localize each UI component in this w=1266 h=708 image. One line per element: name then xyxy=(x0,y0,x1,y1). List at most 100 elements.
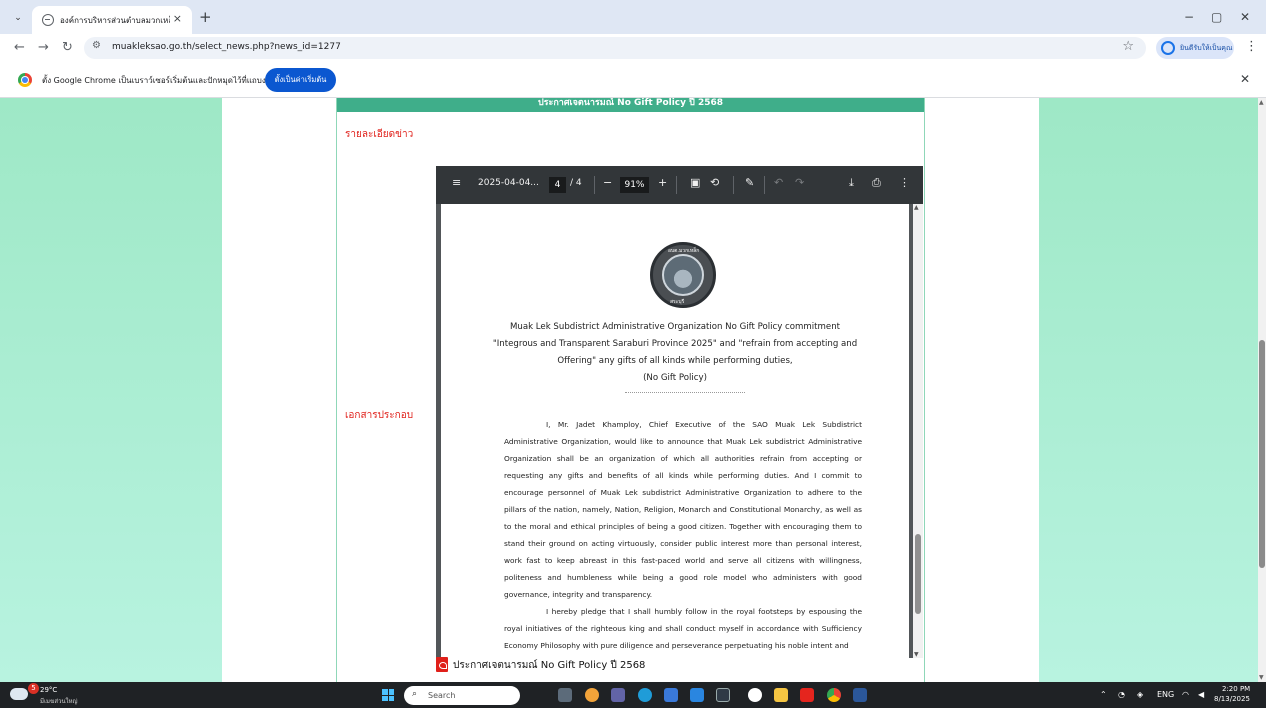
chrome-taskbar-icon[interactable] xyxy=(827,688,841,702)
doc-dotted-divider xyxy=(625,392,745,393)
word-icon[interactable] xyxy=(853,688,867,702)
rotate-icon[interactable]: ⟲ xyxy=(710,176,719,189)
address-bar[interactable]: ⚙ muakleksao.go.th/select_news.php?news_… xyxy=(84,37,1146,59)
news-title-header: ประกาศเจตนารมณ์ No Gift Policy ปี 2568 xyxy=(337,98,924,112)
pdf-toolbar-divider xyxy=(676,176,677,194)
tab-title: องค์การบริหารส่วนตำบลมวกเหล็ก อำ xyxy=(60,16,170,25)
restore-icon[interactable]: ▢ xyxy=(1211,10,1222,24)
pdf-page-input[interactable]: 4 xyxy=(549,177,566,193)
chrome-logo-icon xyxy=(18,73,32,87)
fit-page-icon[interactable]: ▣ xyxy=(690,176,700,189)
store-icon[interactable] xyxy=(664,688,678,702)
weather-temperature[interactable]: 29°C xyxy=(40,686,57,694)
doc-paragraph: I, Mr. Jadet Khamploy, Chief Executive o… xyxy=(504,420,862,599)
media-player-icon[interactable] xyxy=(716,688,730,702)
undo-icon[interactable]: ↶ xyxy=(774,176,783,189)
pdf-toolbar-divider xyxy=(594,176,595,194)
tab-bar: ⌄ องค์การบริหารส่วนตำบลมวกเหล็ก อำ × + −… xyxy=(0,0,1266,34)
cloud-icon[interactable] xyxy=(10,688,28,700)
pdf-page: อบต.มวกเหล็ก สระบุรี Muak Lek Subdistric… xyxy=(441,204,909,658)
left-background-panel xyxy=(0,98,222,682)
page-scrollbar-thumb[interactable] xyxy=(1259,340,1265,568)
pdf-toolbar-divider xyxy=(733,176,734,194)
doc-title-line: Muak Lek Subdistrict Administrative Orga… xyxy=(509,322,841,332)
browser-tab[interactable]: องค์การบริหารส่วนตำบลมวกเหล็ก อำ × xyxy=(32,6,192,34)
file-explorer-icon[interactable] xyxy=(774,688,788,702)
attachment-link[interactable]: ประกาศเจตนารมณ์ No Gift Policy ปี 2568 xyxy=(453,658,645,673)
volume-icon[interactable]: ◀ xyxy=(1198,690,1204,699)
search-placeholder: Search xyxy=(428,691,456,700)
tray-color-icon[interactable]: ◈ xyxy=(1137,690,1143,699)
seal-emblem xyxy=(662,254,704,296)
back-arrow-icon[interactable]: ← xyxy=(14,40,25,55)
chrome-menu-icon[interactable]: ⋮ xyxy=(1245,39,1258,54)
organization-seal-logo: อบต.มวกเหล็ก สระบุรี xyxy=(650,242,716,308)
weather-description[interactable]: มีเมฆส่วนใหญ่ xyxy=(40,696,78,706)
windows-start-icon[interactable] xyxy=(382,689,394,701)
clock-date[interactable]: 8/13/2025 xyxy=(1214,695,1250,703)
search-icon: ⌕ xyxy=(412,689,418,699)
right-background-panel xyxy=(1039,98,1258,682)
pdf-viewer: ≡ 2025-04-04... 4 / 4 − 91% + ▣ ⟲ ✎ ↶ ↷ … xyxy=(436,166,923,658)
print-icon[interactable]: ⎙ xyxy=(872,176,881,190)
doc-body: I, Mr. Jadet Khamploy, Chief Executive o… xyxy=(504,416,862,654)
new-tab-button[interactable]: + xyxy=(199,8,212,26)
pdf-toolbar: ≡ 2025-04-04... 4 / 4 − 91% + ▣ ⟲ ✎ ↶ ↷ … xyxy=(436,166,923,204)
tab-close-icon[interactable]: × xyxy=(173,12,182,25)
copilot-icon[interactable] xyxy=(585,688,599,702)
site-info-icon[interactable]: ⚙ xyxy=(92,40,101,51)
tray-chevron-icon[interactable]: ⌃ xyxy=(1100,690,1107,699)
infobar-message: ตั้ง Google Chrome เป็นเบราว์เซอร์เริ่มต… xyxy=(42,76,276,85)
pdf-scrollbar[interactable]: ▲ ▼ xyxy=(913,204,923,658)
pdf-filename: 2025-04-04... xyxy=(478,178,539,188)
youtube-icon[interactable] xyxy=(800,688,814,702)
tab-search-chevron-icon[interactable]: ⌄ xyxy=(10,11,26,25)
scroll-up-icon[interactable]: ▲ xyxy=(1259,99,1264,106)
pdf-scroll-up-icon[interactable]: ▲ xyxy=(914,204,919,211)
minimize-icon[interactable]: − xyxy=(1184,10,1194,24)
photos-icon[interactable] xyxy=(748,688,762,702)
pdf-more-icon[interactable]: ⋮ xyxy=(899,176,910,189)
edge-icon[interactable] xyxy=(638,688,652,702)
reload-icon[interactable]: ↻ xyxy=(62,40,73,55)
profile-label: ยินดีรับให้เป็นคุณ xyxy=(1180,44,1233,52)
pdf-toolbar-divider xyxy=(764,176,765,194)
weather-badge: 5 xyxy=(28,683,39,694)
profile-avatar-icon xyxy=(1161,41,1175,55)
pdf-file-icon xyxy=(436,657,448,672)
zoom-in-icon[interactable]: + xyxy=(658,176,667,189)
language-indicator[interactable]: ENG xyxy=(1157,690,1174,699)
pdf-scroll-down-icon[interactable]: ▼ xyxy=(914,651,919,658)
teams-icon[interactable] xyxy=(611,688,625,702)
doc-paragraph: I hereby pledge that I shall humbly foll… xyxy=(504,607,862,650)
profile-button[interactable]: ยินดีรับให้เป็นคุณ xyxy=(1156,37,1234,59)
draw-annotation-icon[interactable]: ✎ xyxy=(745,176,754,189)
doc-title-line: Offering" any gifts of all kinds while p… xyxy=(557,356,793,366)
outlook-icon[interactable] xyxy=(690,688,704,702)
pdf-zoom-input[interactable]: 91% xyxy=(620,177,649,193)
windows-taskbar: 5 29°C มีเมฆส่วนใหญ่ ⌕ Search ⌃ ◔ ◈ ENG … xyxy=(0,682,1266,708)
bookmark-star-icon[interactable]: ☆ xyxy=(1122,39,1134,54)
wifi-icon[interactable]: ◠ xyxy=(1182,690,1189,699)
news-detail-label: รายละเอียดข่าว xyxy=(345,129,414,140)
pdf-scrollbar-thumb[interactable] xyxy=(915,534,921,614)
attachments-label: เอกสารประกอบ xyxy=(345,410,414,421)
forward-arrow-icon[interactable]: → xyxy=(38,40,49,55)
doc-title-line: (No Gift Policy) xyxy=(643,373,707,383)
seal-text-bottom: สระบุรี xyxy=(670,299,685,305)
infobar-close-icon[interactable]: ✕ xyxy=(1240,72,1250,86)
task-view-icon[interactable] xyxy=(558,688,572,702)
clock-time[interactable]: 2:20 PM xyxy=(1222,685,1250,693)
url-text[interactable]: muakleksao.go.th/select_news.php?news_id… xyxy=(112,42,341,52)
scroll-down-icon[interactable]: ▼ xyxy=(1259,674,1264,681)
zoom-out-icon[interactable]: − xyxy=(603,176,612,189)
set-default-button[interactable]: ตั้งเป็นค่าเริ่มต้น xyxy=(265,68,336,92)
download-icon[interactable]: ⤓ xyxy=(849,176,854,190)
pdf-menu-icon[interactable]: ≡ xyxy=(452,176,461,189)
page-scrollbar[interactable]: ▲ ▼ xyxy=(1258,98,1266,682)
redo-icon[interactable]: ↷ xyxy=(795,176,804,189)
taskbar-search-box[interactable]: ⌕ Search xyxy=(404,686,520,705)
pdf-page-total: / 4 xyxy=(570,178,582,188)
close-window-icon[interactable]: ✕ xyxy=(1240,10,1250,24)
tray-app-icon[interactable]: ◔ xyxy=(1118,690,1125,699)
